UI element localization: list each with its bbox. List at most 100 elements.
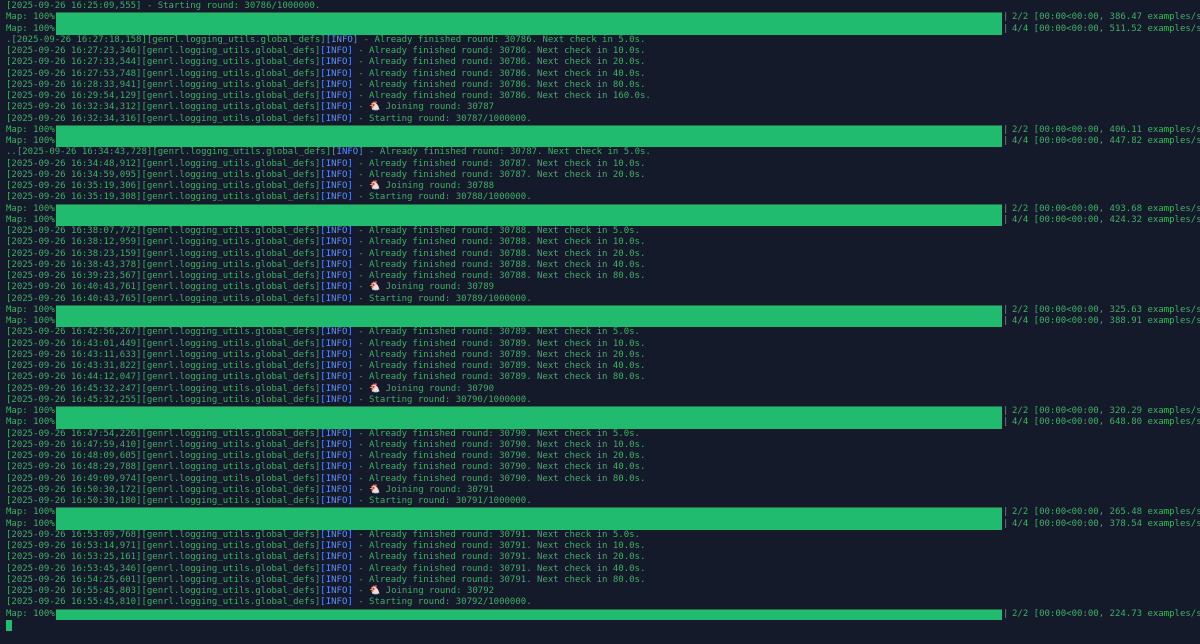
progress-bar-end: | <box>1003 406 1009 416</box>
log-message: - Already finished round: 30788. Next ch… <box>352 248 646 259</box>
log-message: - Already finished round: 30788. Next ch… <box>352 271 646 281</box>
log-message: - Already finished round: 30789. Next ch… <box>352 327 640 338</box>
log-timestamp: [2025-09-26 16:38:07,772] <box>6 226 142 236</box>
log-line: [2025-09-26 16:50:30,172][genrl.logging_… <box>6 485 1200 496</box>
log-line: [2025-09-26 16:43:01,449][genrl.logging_… <box>6 339 1200 350</box>
map-label: Map: 100%| <box>6 12 61 23</box>
log-level: [INFO] <box>320 158 353 169</box>
log-logger: [genrl.logging_utils.global_defs] <box>141 293 321 304</box>
log-timestamp: [2025-09-26 16:25:09,555] <box>6 1 142 11</box>
log-level: [INFO] <box>320 349 353 360</box>
log-logger: [genrl.logging_utils.global_defs] <box>141 91 321 101</box>
log-level: [INFO] <box>320 46 353 56</box>
map-label: Map: 100%| <box>6 406 61 416</box>
map-progress-line: Map: 100%| | 2/2 [00:00<00:00, 386.47 exam… <box>6 12 1200 24</box>
log-level: [INFO] <box>320 259 353 270</box>
log-message: - 🐔 Joining round: 30787 <box>352 102 495 113</box>
log-timestamp: [2025-09-26 16:42:56,267] <box>6 327 142 338</box>
log-line: [2025-09-26 16:43:11,633][genrl.logging_… <box>6 350 1200 361</box>
progress-bar <box>56 608 1002 620</box>
progress-stats: 4/4 [00:00<00:00, 447.82 examples/s] <box>1012 136 1200 146</box>
log-logger: [genrl.logging_utils.global_defs] <box>141 574 321 585</box>
log-timestamp: [2025-09-26 16:43:01,449] <box>6 338 142 349</box>
progress-bar-end: | <box>1003 417 1009 428</box>
log-line: [2025-09-26 16:53:25,161][genrl.logging_… <box>6 552 1200 563</box>
log-timestamp: [2025-09-26 16:28:33,941] <box>6 79 142 90</box>
log-message: - Already finished round: 30788. Next ch… <box>352 237 646 248</box>
log-message: - Already finished round: 30790. Next ch… <box>352 428 640 439</box>
log-line: [2025-09-26 16:38:23,159][genrl.logging_… <box>6 249 1200 260</box>
log-line: [2025-09-26 16:27:53,748][genrl.logging_… <box>6 69 1200 80</box>
log-level: [INFO] <box>320 169 353 180</box>
log-logger: [genrl.logging_utils.global_defs] <box>141 46 321 56</box>
progress-bar-end: | <box>1003 124 1009 135</box>
log-level: [INFO] <box>320 372 353 383</box>
log-message: - Already finished round: 30786. Next ch… <box>352 91 651 101</box>
log-message: - Already finished round: 30789. Next ch… <box>352 372 646 383</box>
log-logger: [genrl.logging_utils.global_defs] <box>141 563 321 574</box>
log-timestamp: [2025-09-26 16:50:30,180] <box>6 496 142 506</box>
progress-bar <box>56 214 1002 226</box>
log-level: [INFO] <box>320 586 353 596</box>
log-logger: [genrl.logging_utils.global_defs] <box>141 102 321 113</box>
log-line: [2025-09-26 16:49:09,974][genrl.logging_… <box>6 474 1200 485</box>
log-message: - Starting round: 30788/1000000. <box>352 192 532 203</box>
log-timestamp: [2025-09-26 16:32:34,312] <box>6 102 142 113</box>
map-progress-line: Map: 100%| | 2/2 [00:00<00:00, 320.29 exam… <box>6 406 1200 418</box>
log-timestamp: [2025-09-26 16:34:48,912] <box>6 158 142 169</box>
log-timestamp: [2025-09-26 16:40:43,765] <box>6 293 142 304</box>
log-logger: [genrl.logging_utils.global_defs] <box>141 597 321 608</box>
log-message: - Already finished round: 30791. Next ch… <box>352 552 646 563</box>
log-line: [2025-09-26 16:50:30,180][genrl.logging_… <box>6 496 1200 507</box>
log-line: [2025-09-26 16:42:56,267][genrl.logging_… <box>6 327 1200 338</box>
log-timestamp: [2025-09-26 16:55:45,810] <box>6 597 142 608</box>
map-progress-line: Map: 100%| | 2/2 [00:00<00:00, 406.11 exam… <box>6 124 1200 136</box>
progress-bar <box>56 12 1002 24</box>
log-line: [2025-09-26 16:28:33,941][genrl.logging_… <box>6 80 1200 91</box>
log-line: [2025-09-26 16:44:12,047][genrl.logging_… <box>6 372 1200 383</box>
log-timestamp: [2025-09-26 16:55:45,803] <box>6 586 142 596</box>
log-line: [2025-09-26 16:34:48,912][genrl.logging_… <box>6 159 1200 170</box>
log-level: [INFO] <box>320 91 353 101</box>
log-level: [INFO] <box>320 226 353 236</box>
log-message: - 🐔 Joining round: 30788 <box>352 181 495 191</box>
log-timestamp: [2025-09-26 16:27:33,544] <box>6 57 142 68</box>
log-timestamp: [2025-09-26 16:50:30,172] <box>6 484 142 495</box>
log-line: [2025-09-26 16:47:59,410][genrl.logging_… <box>6 440 1200 451</box>
log-line: [2025-09-26 16:25:09,555] - Starting rou… <box>6 1 1200 12</box>
log-timestamp: [2025-09-26 16:39:23,567] <box>6 271 142 281</box>
log-logger: [genrl.logging_utils.global_defs] <box>141 57 321 68</box>
progress-bar <box>56 507 1002 519</box>
log-line: [2025-09-26 16:38:12,959][genrl.logging_… <box>6 237 1200 248</box>
progress-stats: 2/2 [00:00<00:00, 406.11 examples/s] <box>1012 124 1200 135</box>
log-level: [INFO] <box>320 68 353 79</box>
log-level: [INFO] <box>320 113 353 124</box>
log-logger: [genrl.logging_utils.global_defs] <box>141 169 321 180</box>
log-logger: [genrl.logging_utils.global_defs] <box>141 327 321 338</box>
log-timestamp: [2025-09-26 16:48:09,605] <box>6 451 142 461</box>
map-label: Map: 100%| <box>6 518 61 529</box>
log-message: - Starting round: 30787/1000000. <box>352 113 532 124</box>
log-message: - Already finished round: 30787. Next ch… <box>352 169 646 180</box>
log-level: [INFO] <box>331 147 364 158</box>
map-label: Map: 100%| <box>6 203 61 214</box>
log-logger: [genrl.logging_utils.global_defs] <box>141 451 321 461</box>
log-logger: [genrl.logging_utils.global_defs] <box>146 34 326 45</box>
terminal-output[interactable]: [2025-09-26 16:25:09,555] - Starting rou… <box>0 0 1200 644</box>
log-timestamp: [2025-09-26 16:43:31,822] <box>6 361 142 371</box>
map-label: Map: 100%| <box>6 316 61 326</box>
progress-stats: 4/4 [00:00<00:00, 424.32 examples/s] <box>1012 214 1200 225</box>
map-progress-line: Map: 100%| | 4/4 [00:00<00:00, 447.82 exam… <box>6 136 1200 148</box>
log-logger: [genrl.logging_utils.global_defs] <box>141 484 321 495</box>
log-message: - Already finished round: 30787. Next ch… <box>352 158 646 169</box>
progress-bar-end: | <box>1003 203 1009 214</box>
log-timestamp: [2025-09-26 16:38:43,378] <box>6 259 142 270</box>
log-message: - Starting round: 30791/1000000. <box>352 496 532 506</box>
progress-stats: 2/2 [00:00<00:00, 325.63 examples/s] <box>1012 304 1200 315</box>
log-logger: [genrl.logging_utils.global_defs] <box>141 338 321 349</box>
log-logger: [genrl.logging_utils.global_defs] <box>141 529 321 540</box>
log-level: [INFO] <box>320 439 353 450</box>
log-level: [INFO] <box>320 383 353 394</box>
log-timestamp: [2025-09-26 16:27:53,748] <box>6 68 142 79</box>
log-logger: [genrl.logging_utils.global_defs] <box>141 113 321 124</box>
